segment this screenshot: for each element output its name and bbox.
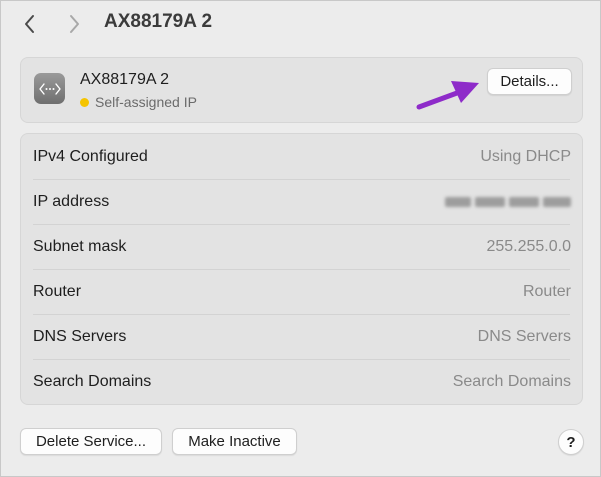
row-value: 255.255.0.0 — [486, 237, 571, 255]
delete-service-button[interactable]: Delete Service... — [20, 428, 162, 455]
make-inactive-button[interactable]: Make Inactive — [172, 428, 297, 455]
network-ethernet-icon — [34, 73, 65, 104]
row-label: IPv4 Configured — [33, 147, 148, 165]
service-name: AX88179A 2 — [80, 71, 169, 88]
annotation-arrow-icon — [416, 81, 479, 110]
page-title: AX88179A 2 — [104, 11, 213, 32]
row-label: Search Domains — [33, 372, 152, 390]
table-row: IP address — [21, 179, 582, 224]
help-button[interactable]: ? — [558, 429, 584, 455]
table-row: IPv4 Configured Using DHCP — [21, 134, 582, 179]
row-label: Subnet mask — [33, 237, 127, 255]
row-value: DNS Servers — [477, 327, 571, 345]
row-label: Router — [33, 282, 82, 300]
status-text: Self-assigned IP — [95, 94, 197, 110]
chevron-right-icon — [70, 15, 79, 33]
forward-button[interactable] — [59, 9, 89, 39]
details-button[interactable]: Details... — [487, 68, 572, 95]
row-value: Router — [522, 282, 571, 300]
back-button[interactable] — [15, 9, 45, 39]
ip-info-table: IPv4 Configured Using DHCP IP address Su… — [20, 133, 583, 405]
service-status: Self-assigned IP — [80, 94, 197, 110]
row-label: DNS Servers — [33, 327, 127, 345]
status-dot-icon — [80, 97, 89, 107]
row-value: Search Domains — [452, 372, 571, 390]
service-card: AX88179A 2 Self-assigned IP Details... — [20, 57, 583, 123]
row-value: Using DHCP — [480, 147, 571, 165]
row-label: IP address — [33, 192, 110, 210]
table-row: Subnet mask 255.255.0.0 — [21, 224, 582, 269]
redacted-ip-value — [445, 196, 571, 207]
table-row: DNS Servers DNS Servers — [21, 314, 582, 359]
chevron-left-icon — [25, 15, 34, 33]
table-row: Search Domains Search Domains — [21, 359, 582, 404]
network-settings-window: AX88179A 2 AX88179A 2 Self-assigned IP D… — [0, 0, 601, 477]
table-row: Router Router — [21, 269, 582, 314]
